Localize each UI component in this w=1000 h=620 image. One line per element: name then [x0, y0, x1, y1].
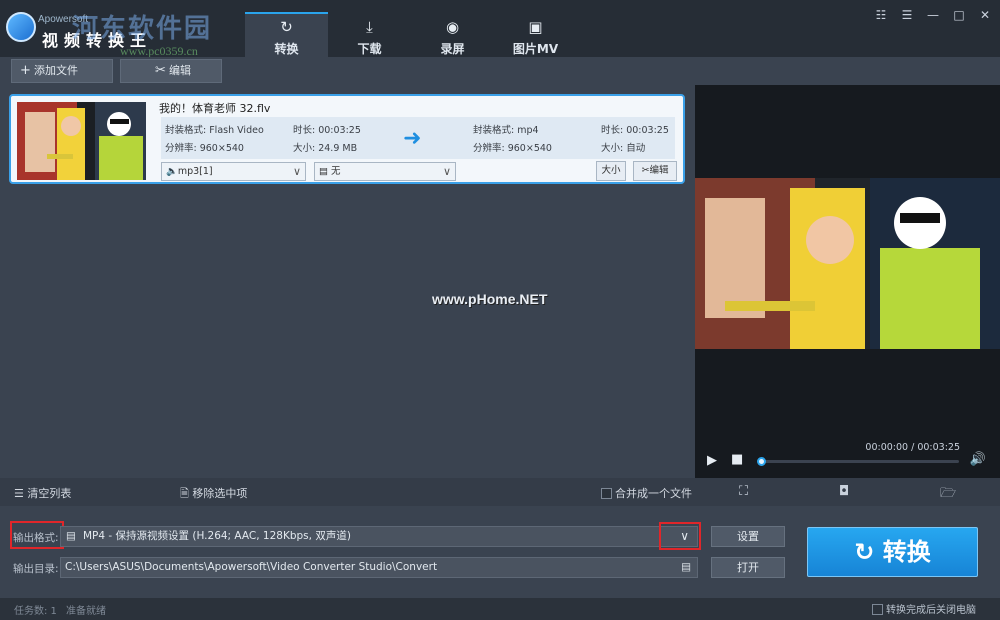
- source-size: 大小: 24.9 MB: [293, 143, 358, 154]
- subtitle-value: 无: [331, 166, 341, 177]
- maximize-icon[interactable]: □: [952, 8, 966, 22]
- open-button[interactable]: 打开: [711, 557, 785, 578]
- tab-convert[interactable]: ↻ 转换: [245, 12, 328, 57]
- source-format: 封装格式: Flash Video: [165, 125, 264, 136]
- minimize-icon[interactable]: —: [926, 8, 940, 22]
- target-resolution: 分辨率: 960×540: [473, 143, 552, 154]
- audio-track-select[interactable]: 🔈mp3[1] ∨: [161, 162, 306, 181]
- scissors-icon: ✂: [155, 63, 166, 78]
- tab-label: 转换: [274, 42, 299, 56]
- main-tabs: ↻ 转换 ⤓ 下载 ◉ 录屏 ▣ 图片MV: [245, 12, 577, 57]
- list-item[interactable]: 我的！体育老师 32.flv 封装格式: Flash Video 时长: 00:…: [9, 94, 685, 184]
- subtitle-select[interactable]: ▤ 无 ∨: [314, 162, 456, 181]
- subtitle-icon: ▤: [319, 166, 331, 177]
- watermark-mid: www.pHome.NET: [432, 291, 548, 307]
- source-duration: 时长: 00:03:25: [293, 125, 361, 136]
- folder-icon[interactable]: 🗁: [940, 484, 956, 506]
- format-icon: ▤: [66, 530, 76, 542]
- file-edit-label: 编辑: [649, 165, 669, 176]
- source-resolution: 分辨率: 960×540: [165, 143, 244, 154]
- tab-label: 图片MV: [512, 42, 559, 56]
- watermark-top: 河东软件园: [72, 14, 213, 44]
- highlight-box: [659, 522, 701, 550]
- camera-icon[interactable]: ◘: [839, 484, 849, 499]
- target-duration: 时长: 00:03:25: [601, 125, 669, 136]
- tab-download[interactable]: ⤓ 下载: [328, 12, 411, 57]
- output-format-select[interactable]: ▤ MP4 - 保持源视频设置 (H.264; AAC, 128Kbps, 双声…: [60, 526, 698, 547]
- player-controls: ▶ ■ 🔊: [695, 440, 1000, 478]
- cart-icon[interactable]: ☷: [874, 8, 888, 22]
- tv-icon: ▣: [528, 18, 543, 36]
- remove-selected-button[interactable]: 🗎 移除选中项: [180, 485, 247, 504]
- shutdown-checkbox[interactable]: 转换完成后关闭电脑: [872, 601, 976, 616]
- convert-label: 转换: [882, 538, 931, 566]
- checkbox-icon: [601, 488, 612, 499]
- arrow-right-icon: ➜: [403, 126, 422, 151]
- output-panel: 输出格式: ▤ MP4 - 保持源视频设置 (H.264; AAC, 128Kb…: [0, 506, 1000, 598]
- video-thumbnail: [17, 102, 146, 180]
- volume-icon[interactable]: 🔊: [970, 452, 986, 467]
- record-icon: ◉: [445, 18, 460, 36]
- output-dir-value: C:\Users\ASUS\Documents\Apowersoft\Video…: [65, 561, 438, 573]
- menu-icon[interactable]: ☰: [900, 8, 914, 22]
- plus-icon: +: [20, 63, 31, 78]
- add-file-label: 添加文件: [34, 64, 78, 77]
- preview-tools: ⛶ ◘ 🗁: [695, 478, 1000, 506]
- file-info: 封装格式: Flash Video 时长: 00:03:25 分辨率: 960×…: [161, 117, 675, 159]
- refresh-icon: ↻: [280, 18, 293, 36]
- edit-button[interactable]: ✂ 编辑: [120, 59, 222, 83]
- preview-panel: 00:00:00 / 00:03:25 ▶ ■ 🔊: [695, 85, 1000, 478]
- close-icon[interactable]: ✕: [978, 8, 992, 22]
- chevron-down-icon: ∨: [292, 165, 301, 178]
- remove-selected-label: 移除选中项: [192, 487, 248, 500]
- output-dir-label: 输出目录:: [13, 563, 59, 575]
- settings-button[interactable]: 设置: [711, 526, 785, 547]
- checkbox-icon: [872, 604, 883, 615]
- output-format-value: MP4 - 保持源视频设置 (H.264; AAC, 128Kbps, 双声道): [83, 530, 351, 542]
- file-name: 我的！体育老师 32.flv: [159, 102, 271, 115]
- window-controls: ☷ ☰ — □ ✕: [874, 8, 992, 22]
- clear-list-label: 清空列表: [27, 487, 72, 500]
- edit-label: 编辑: [169, 64, 191, 77]
- tab-label: 下载: [357, 42, 382, 56]
- status-text: 准备就绪: [66, 606, 106, 617]
- stop-icon[interactable]: ■: [731, 452, 743, 467]
- convert-button[interactable]: ↻ 转换: [807, 527, 978, 577]
- toolbar: + 添加文件 ✂ 编辑: [0, 57, 695, 85]
- list-icon: ☰: [14, 487, 28, 500]
- tab-photo-mv[interactable]: ▣ 图片MV: [494, 12, 577, 57]
- speaker-icon: 🔈: [166, 166, 178, 177]
- target-format: 封装格式: mp4: [473, 125, 539, 136]
- audio-track-value: mp3[1]: [177, 166, 213, 177]
- file-edit-button[interactable]: ✂编辑: [633, 161, 677, 181]
- folder-icon[interactable]: ▤: [681, 558, 691, 577]
- target-size: 大小: 自动: [601, 143, 646, 154]
- document-icon: 🗎: [180, 487, 193, 500]
- video-preview: [695, 178, 1000, 349]
- play-icon[interactable]: ▶: [707, 453, 717, 468]
- progress-handle[interactable]: [757, 457, 766, 466]
- shutdown-label: 转换完成后关闭电脑: [886, 605, 976, 616]
- refresh-icon: ↻: [854, 538, 883, 566]
- download-icon: ⤓: [366, 18, 373, 36]
- output-dir-field[interactable]: C:\Users\ASUS\Documents\Apowersoft\Video…: [60, 557, 698, 578]
- chevron-down-icon: ∨: [442, 165, 451, 178]
- merge-checkbox[interactable]: 合并成一个文件: [601, 485, 692, 501]
- tab-label: 录屏: [440, 42, 465, 56]
- fullscreen-icon[interactable]: ⛶: [739, 484, 748, 499]
- list-action-bar: ☰ 清空列表 🗎 移除选中项 合并成一个文件: [0, 478, 695, 506]
- highlight-box: [10, 521, 64, 549]
- merge-label: 合并成一个文件: [615, 487, 692, 500]
- app-logo-icon: [6, 12, 36, 42]
- add-file-button[interactable]: + 添加文件: [11, 59, 113, 83]
- task-count: 任务数: 1: [14, 606, 57, 617]
- size-button[interactable]: 大小: [596, 161, 626, 181]
- status-bar: 任务数: 1 准备就绪 转换完成后关闭电脑: [0, 598, 1000, 620]
- tab-record[interactable]: ◉ 录屏: [411, 12, 494, 57]
- title-bar: Apowersoft 视频转换王 河东软件园 www.pc0359.cn ↻ 转…: [0, 0, 1000, 58]
- progress-bar[interactable]: [759, 460, 959, 463]
- clear-list-button[interactable]: ☰ 清空列表: [14, 485, 71, 501]
- file-list: 我的！体育老师 32.flv 封装格式: Flash Video 时长: 00:…: [0, 85, 695, 478]
